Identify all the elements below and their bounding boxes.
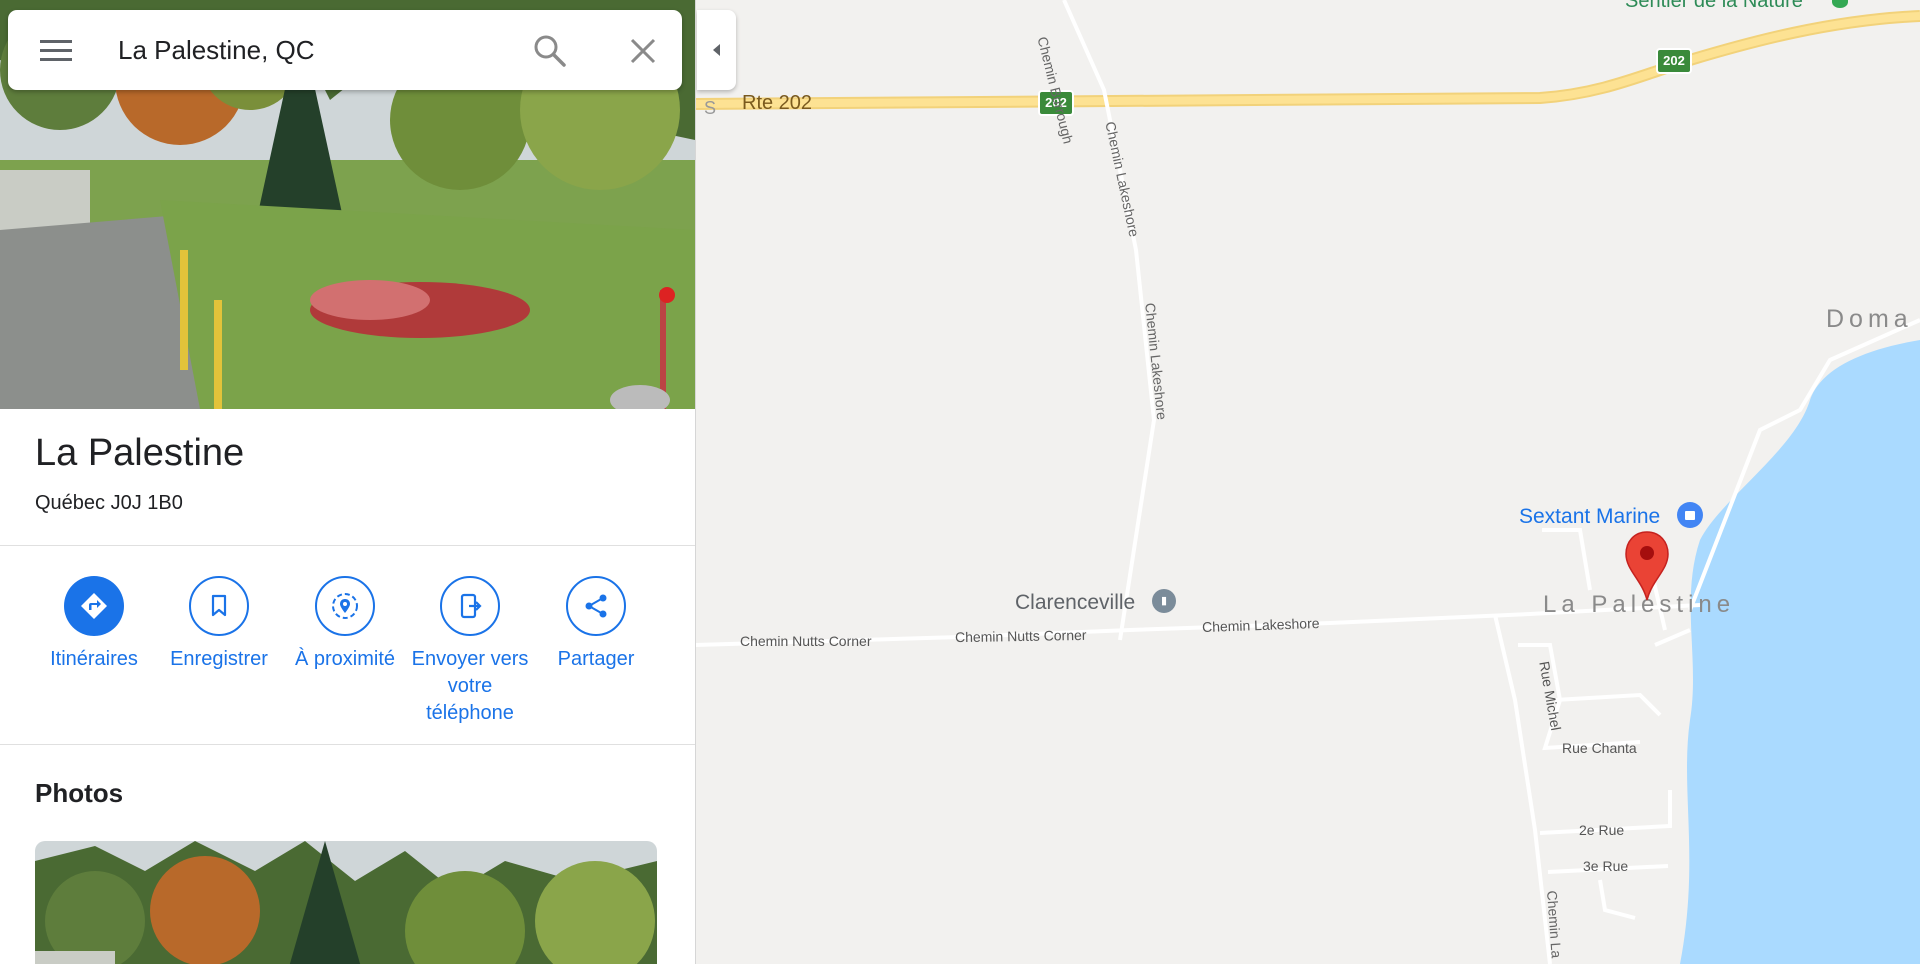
- caret-left-icon: [712, 44, 720, 56]
- street-view-thumbnail-image: [35, 841, 657, 964]
- photo-thumbnail[interactable]: [35, 841, 657, 964]
- action-label: Enregistrer: [170, 648, 268, 670]
- place-label-doma: Doma: [1826, 305, 1913, 333]
- place-title: La Palestine: [35, 432, 245, 474]
- road-label: 2e Rue: [1579, 822, 1625, 838]
- shopping-bag-icon[interactable]: [1677, 502, 1703, 528]
- nearby-icon: [315, 576, 375, 636]
- send-to-phone-button[interactable]: Envoyer vers votre téléphone: [407, 576, 533, 727]
- photos-heading: Photos: [35, 778, 124, 808]
- place-label-clarenceville[interactable]: Clarenceville: [1015, 591, 1135, 615]
- search-box[interactable]: La Palestine, QC: [8, 10, 682, 90]
- divider: [0, 744, 695, 745]
- collapse-panel-button[interactable]: [697, 10, 736, 90]
- search-icon[interactable]: [526, 30, 574, 72]
- road-label: S: [704, 98, 717, 118]
- road-label: Rue Chanta: [1562, 740, 1637, 756]
- road-label: Chemin Nutts Corner: [954, 626, 1087, 646]
- divider: [0, 545, 695, 546]
- bookmark-icon: [189, 576, 249, 636]
- send-to-phone-icon: [440, 576, 500, 636]
- location-pin-icon[interactable]: [1624, 530, 1670, 602]
- road-label: Rte 202: [742, 92, 813, 114]
- menu-icon[interactable]: [36, 32, 76, 68]
- close-icon[interactable]: [620, 30, 666, 72]
- action-label: Envoyer vers votre téléphone: [411, 648, 529, 724]
- highway-shield: 202: [1656, 48, 1692, 74]
- trail-label: Sentier de la Nature: [1625, 0, 1803, 12]
- action-label: À proximité: [294, 648, 396, 670]
- save-button[interactable]: Enregistrer: [156, 576, 282, 673]
- search-input[interactable]: La Palestine, QC: [118, 35, 315, 66]
- nearby-button[interactable]: À proximité: [282, 576, 408, 673]
- action-label: Partager: [557, 648, 635, 670]
- action-label: Itinéraires: [50, 648, 138, 670]
- directions-button[interactable]: Itinéraires: [31, 576, 157, 673]
- share-button[interactable]: Partager: [533, 576, 659, 673]
- poi-label-sextant-marine[interactable]: Sextant Marine: [1519, 505, 1660, 529]
- town-hall-icon[interactable]: ▮: [1152, 589, 1176, 613]
- directions-icon: [64, 576, 124, 636]
- place-address: Québec J0J 1B0: [35, 492, 183, 514]
- share-icon: [566, 576, 626, 636]
- side-panel: La Palestine, QC La Palestine Québec J0J…: [0, 0, 696, 964]
- road-label: Chemin Nutts Corner: [740, 633, 872, 649]
- road-label: 3e Rue: [1583, 858, 1629, 874]
